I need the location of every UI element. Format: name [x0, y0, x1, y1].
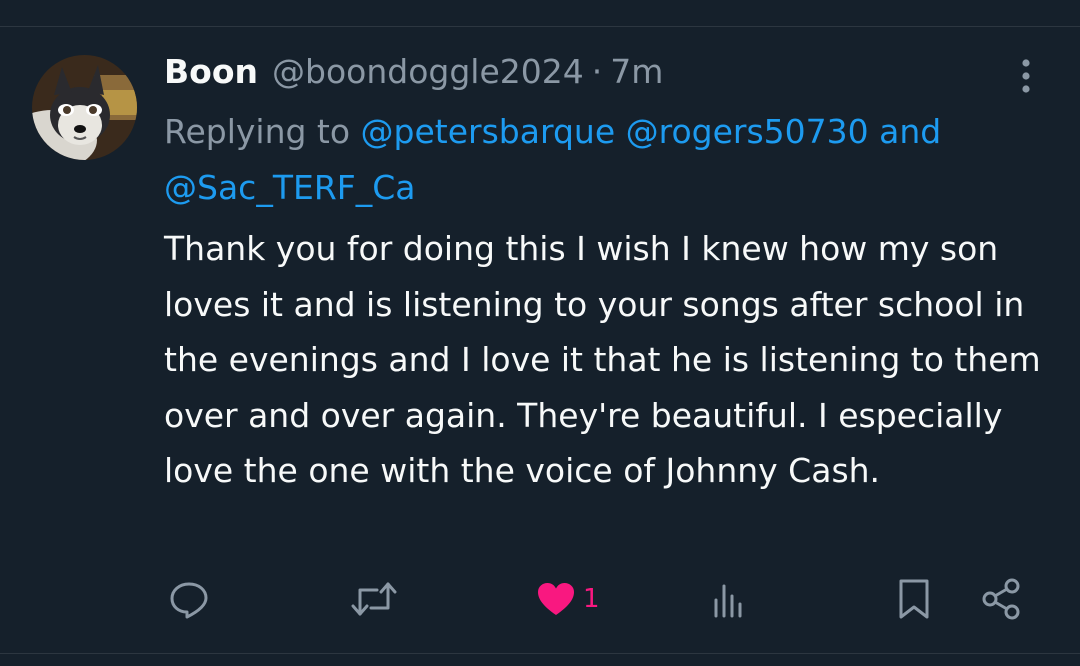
mention-link[interactable]: @rogers50730: [626, 112, 869, 151]
share-icon: [982, 578, 1020, 620]
reply-button[interactable]: [168, 575, 210, 623]
bookmark-icon: [899, 579, 929, 619]
views-icon: [714, 584, 742, 618]
tweet-text: Thank you for doing this I wish I knew h…: [164, 229, 1041, 490]
more-options-icon[interactable]: [1010, 55, 1042, 97]
mention-link[interactable]: @Sac_TERF_Ca: [164, 168, 416, 207]
timestamp[interactable]: 7m: [610, 48, 663, 96]
retweet-icon: [351, 582, 397, 616]
avatar[interactable]: [32, 55, 137, 160]
like-button[interactable]: 1: [535, 575, 600, 623]
display-name[interactable]: Boon: [164, 48, 258, 96]
separator-dot: ·: [591, 52, 603, 91]
reply-icon: [170, 582, 208, 619]
like-count: 1: [583, 584, 600, 614]
replying-to-label: Replying to: [164, 112, 351, 151]
tweet-header: Boon @boondoggle2024 · 7m: [164, 48, 663, 96]
bookmark-button[interactable]: [896, 575, 932, 623]
user-handle[interactable]: @boondoggle2024: [272, 48, 584, 96]
heart-filled-icon: [538, 583, 574, 615]
replying-to: Replying to @petersbarque @rogers50730 a…: [164, 104, 1044, 216]
bottom-divider: [0, 653, 1080, 654]
top-divider: [0, 26, 1080, 27]
retweet-button[interactable]: [349, 575, 399, 623]
mention-joiner: and: [879, 112, 942, 151]
views-button[interactable]: [712, 575, 748, 623]
mention-link[interactable]: @petersbarque: [361, 112, 616, 151]
share-button[interactable]: [980, 575, 1024, 623]
